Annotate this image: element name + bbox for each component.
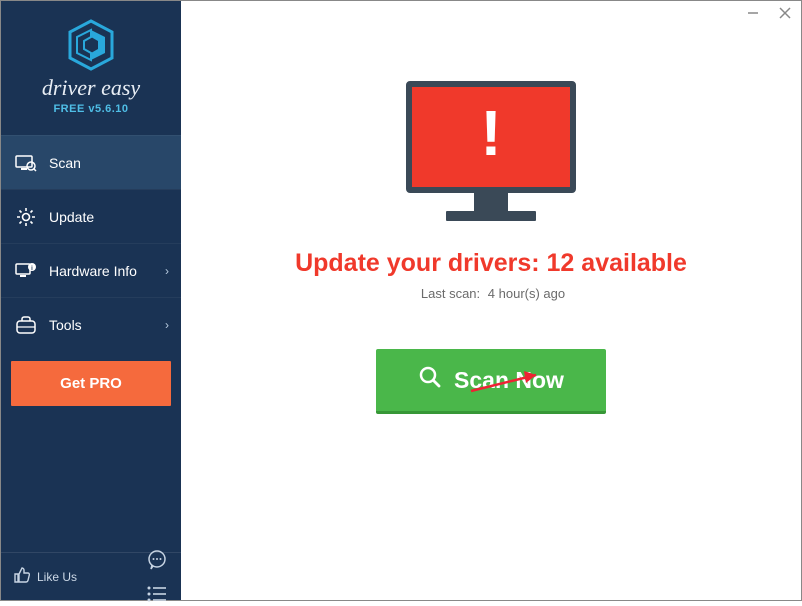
alert-monitor-graphic: ! <box>406 81 576 221</box>
last-scan-text: Last scan: 4 hour(s) ago <box>417 286 565 301</box>
chevron-right-icon: › <box>165 264 169 278</box>
exclamation-icon: ! <box>480 96 501 170</box>
magnifier-icon <box>418 365 442 395</box>
brand-name: driver easy <box>1 75 181 101</box>
minimize-button[interactable] <box>745 5 761 21</box>
last-scan-prefix: Last scan: <box>421 286 480 301</box>
sidebar-item-scan[interactable]: Scan <box>1 135 181 189</box>
scan-now-button[interactable]: Scan Now <box>376 349 606 414</box>
app-logo-icon <box>68 19 114 71</box>
sidebar-item-hardware-info[interactable]: i Hardware Info › <box>1 243 181 297</box>
sidebar-bottombar: Like Us <box>1 552 181 600</box>
main-content: ! Update your drivers: 12 available Last… <box>181 1 801 600</box>
sidebar-item-label: Tools <box>49 317 82 333</box>
like-us-label: Like Us <box>37 570 77 584</box>
gear-icon <box>15 206 37 228</box>
toolbox-icon <box>15 314 37 336</box>
update-headline: Update your drivers: 12 available <box>295 249 687 278</box>
close-button[interactable] <box>777 5 793 21</box>
get-pro-button[interactable]: Get PRO <box>11 361 171 406</box>
scan-button-label: Scan Now <box>454 367 564 394</box>
sidebar-item-update[interactable]: Update <box>1 189 181 243</box>
hardware-info-icon: i <box>15 260 37 282</box>
app-version: FREE v5.6.10 <box>1 103 181 115</box>
magnifier-monitor-icon <box>15 152 37 174</box>
sidebar-nav: Scan Update i Hardware Info › Tools › Ge… <box>1 135 181 552</box>
chevron-right-icon: › <box>165 318 169 332</box>
sidebar: driver easy FREE v5.6.10 Scan Update i H… <box>1 1 181 600</box>
last-scan-value: 4 hour(s) ago <box>488 286 565 301</box>
like-us-button[interactable]: Like Us <box>13 566 77 587</box>
feedback-icon[interactable] <box>145 548 169 572</box>
sidebar-item-label: Update <box>49 209 94 225</box>
sidebar-item-label: Hardware Info <box>49 263 137 279</box>
logo-section: driver easy FREE v5.6.10 <box>1 1 181 125</box>
menu-list-icon[interactable] <box>145 582 169 606</box>
sidebar-item-tools[interactable]: Tools › <box>1 297 181 351</box>
thumbs-up-icon <box>13 566 31 587</box>
sidebar-item-label: Scan <box>49 155 81 171</box>
